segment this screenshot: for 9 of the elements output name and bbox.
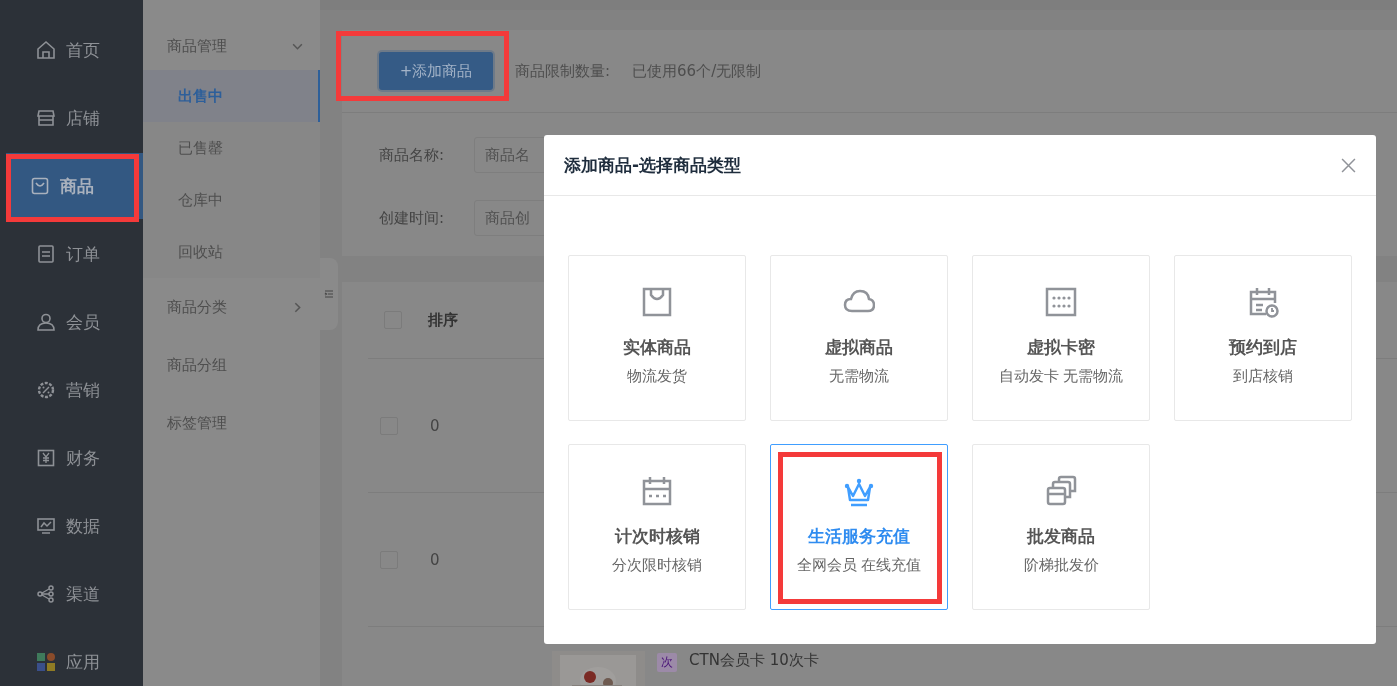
column-header: 排序 <box>428 310 458 330</box>
table-cell: 0 <box>430 416 440 435</box>
filter-label: 创建时间: <box>379 208 446 228</box>
filter-label: 商品名称: <box>379 145 446 165</box>
product-name: CTN会员卡 10次卡 <box>689 651 819 670</box>
table-cell: 0 <box>430 550 440 569</box>
dialog-title: 添加商品-选择商品类型 <box>564 153 742 177</box>
limit-value: 已使用66个/无限制 <box>632 61 762 81</box>
tag: 次 <box>657 653 677 672</box>
